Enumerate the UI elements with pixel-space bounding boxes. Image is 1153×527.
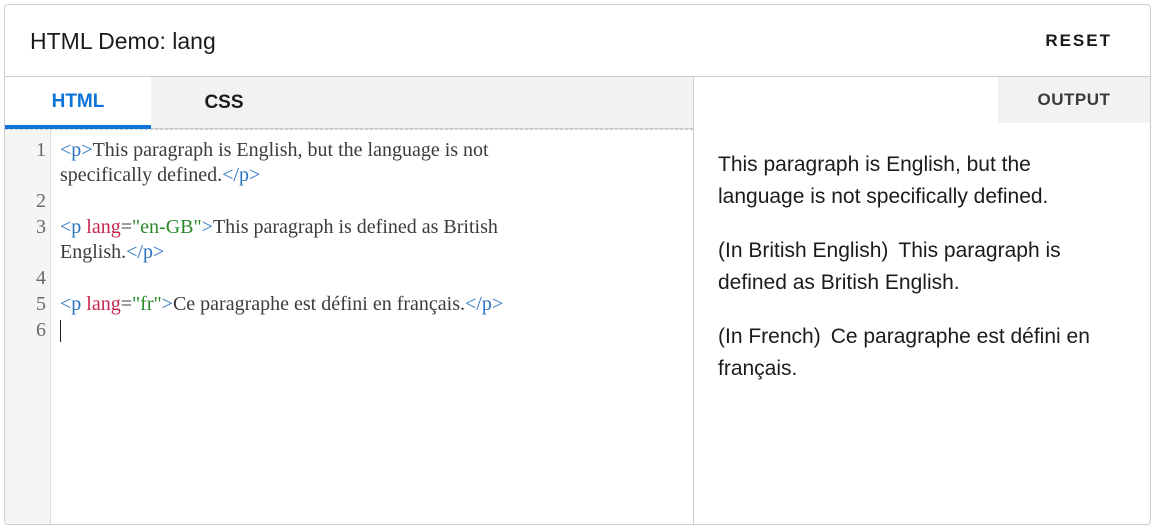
output-paragraph: (In British English) This paragraph is de…: [718, 235, 1118, 299]
output-text: This paragraph is English, but the langu…: [718, 153, 1049, 208]
code-attribute: lang: [86, 216, 121, 238]
editor-tabs: HTML CSS: [5, 77, 693, 129]
code-tag: </p>: [222, 164, 261, 186]
code-text: specifically defined.: [60, 164, 223, 186]
header: HTML Demo: lang RESET: [5, 5, 1150, 77]
code-tag: >: [201, 216, 213, 238]
code-editor[interactable]: 1 2 3 4 5 6 <p>This paragraph is English…: [5, 129, 693, 524]
code-equals: =: [120, 293, 132, 315]
line-number: 6: [36, 319, 46, 341]
lang-prefix: (In British English): [718, 239, 889, 262]
line-number: 4: [36, 267, 46, 289]
code-line: English.</p>: [60, 240, 660, 265]
code-attribute-value: "en-GB": [132, 216, 202, 238]
line-number: 2: [36, 190, 46, 212]
demo-frame: HTML Demo: lang RESET HTML CSS 1 2 3 4 5…: [4, 4, 1151, 525]
tab-html[interactable]: HTML: [5, 77, 151, 129]
editor-pane: HTML CSS 1 2 3 4 5 6 <p>This paragraph i…: [5, 77, 694, 524]
code-line: <p>This paragraph is English, but the la…: [60, 138, 660, 163]
line-number: 3: [36, 216, 46, 238]
output-pane: OUTPUT This paragraph is English, but th…: [694, 77, 1150, 524]
code-tag: </p>: [465, 293, 504, 315]
code-tag: </p>: [126, 241, 165, 263]
code-attribute: lang: [86, 293, 121, 315]
code-line: specifically defined.</p>: [60, 163, 660, 188]
text-cursor: [60, 320, 61, 342]
output-paragraph: This paragraph is English, but the langu…: [718, 149, 1118, 213]
line-number-gutter: 1 2 3 4 5 6: [5, 130, 51, 524]
code-line: <p lang="en-GB">This paragraph is define…: [60, 215, 660, 240]
code-line: <p lang="fr">Ce paragraphe est défini en…: [60, 292, 660, 317]
code-text: This paragraph is defined as British: [212, 216, 498, 238]
page-title: HTML Demo: lang: [30, 28, 216, 54]
output-label: OUTPUT: [998, 77, 1150, 123]
code-text: English.: [60, 241, 127, 263]
code-tag: <p>: [60, 139, 93, 161]
code-attribute-value: "fr": [132, 293, 162, 315]
line-number: 5: [36, 293, 46, 315]
code-text: This paragraph is English, but the langu…: [92, 139, 489, 161]
code-equals: =: [120, 216, 132, 238]
reset-button[interactable]: RESET: [1045, 30, 1112, 52]
lang-prefix: (In French): [718, 325, 821, 348]
line-number: 1: [36, 139, 46, 161]
output-paragraph: (In French) Ce paragraphe est défini en f…: [718, 321, 1118, 385]
code-text: Ce paragraphe est défini en français.: [172, 293, 466, 315]
code-tag: <p: [60, 216, 87, 238]
code-tag: >: [161, 293, 173, 315]
code-tag: <p: [60, 293, 87, 315]
tab-css[interactable]: CSS: [151, 77, 297, 129]
